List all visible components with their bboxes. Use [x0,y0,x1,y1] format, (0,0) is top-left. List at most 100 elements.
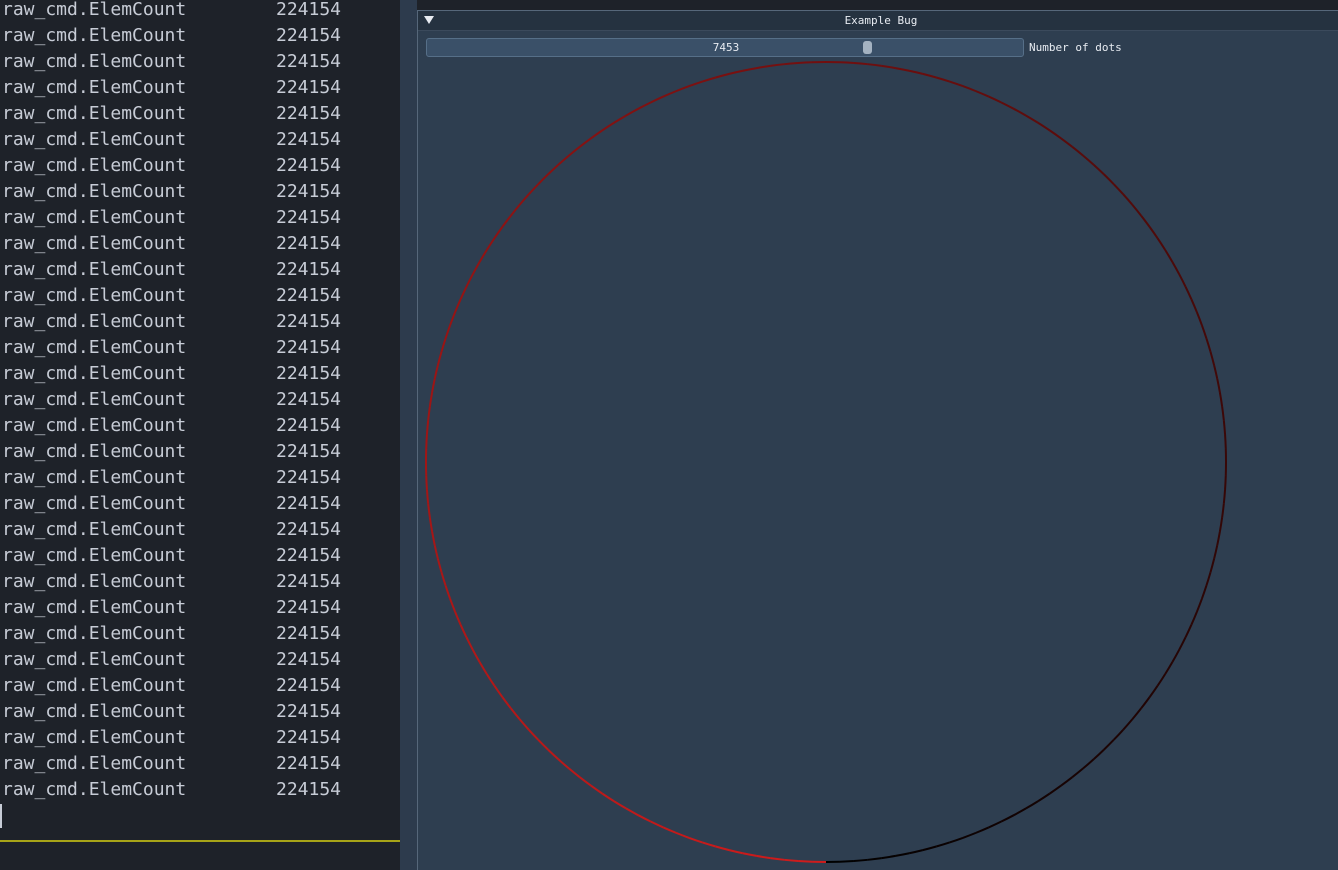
log-value: 224154 [276,493,342,514]
circle-segment [662,90,677,98]
log-line: raw_cmd.ElemCount 224154 [0,621,400,647]
circle-segment [715,845,730,852]
log-key: raw_cmd.ElemCount [2,779,187,800]
app-root: raw_cmd.ElemCount 224154 raw_cmd.ElemCount… [0,0,1338,870]
terminal-log: raw_cmd.ElemCount 224154 raw_cmd.ElemCount… [0,0,400,803]
circle-segment [568,767,581,778]
circle-segment [1222,420,1227,435]
circle-segment [798,61,813,64]
circle-segment [433,544,439,560]
log-line: raw_cmd.ElemCount 224154 [0,179,400,205]
log-key: raw_cmd.ElemCount [2,389,187,410]
log-line: raw_cmd.ElemCount 224154 [0,543,400,569]
circle-segment [425,420,430,435]
circle-segment [590,129,603,140]
circle-segment [1178,636,1187,651]
log-line: raw_cmd.ElemCount 224154 [0,699,400,725]
circle-segment [1209,558,1216,573]
circle-segment [1037,121,1051,132]
log-key: raw_cmd.ElemCount [2,701,187,722]
circle-segment [471,261,481,275]
log-value: 224154 [276,389,342,410]
circle-segment [756,854,771,860]
log-line: raw_cmd.ElemCount 224154 [0,75,400,101]
circle-segment [436,351,443,366]
circle-segment [440,338,447,353]
example-bug-window[interactable]: Example Bug 7453 Number of dots [417,10,1338,870]
circle-segment [1156,237,1167,251]
circle-segment [1156,673,1167,687]
circle-segment [510,204,521,217]
circle-segment [798,860,813,863]
circle-segment [662,826,677,834]
number-of-dots-slider[interactable]: 7453 [426,38,1024,57]
log-line: raw_cmd.ElemCount 224154 [0,231,400,257]
circle-segment [1164,661,1174,675]
log-key: raw_cmd.ElemCount [2,415,187,436]
text-cursor [0,804,2,828]
slider-grab-handle[interactable] [863,41,872,54]
circle-segment [590,784,603,795]
circle-segment [975,90,990,98]
log-value: 224154 [276,0,342,20]
circle-segment [1071,146,1084,157]
log-line: raw_cmd.ElemCount 224154 [0,439,400,465]
log-key: raw_cmd.ElemCount [2,233,187,254]
log-line: raw_cmd.ElemCount 224154 [0,491,400,517]
circle-segment [485,673,496,687]
log-key: raw_cmd.ElemCount [2,675,187,696]
log-key: raw_cmd.ElemCount [2,103,187,124]
terminal-pane[interactable]: raw_cmd.ElemCount 224154 raw_cmd.ElemCount… [0,0,400,870]
circle-segment [613,114,627,124]
circle-segment [518,718,530,731]
circle-segment [493,226,504,239]
log-key: raw_cmd.ElemCount [2,727,187,748]
circle-segment [881,64,896,70]
circle-segment [1000,814,1015,823]
circle-segment [1113,728,1125,741]
log-value: 224154 [276,337,342,358]
circle-segment [425,434,428,449]
circle-segment [425,489,430,504]
log-key: raw_cmd.ElemCount [2,545,187,566]
circle-segment [501,215,512,228]
circle-segment [935,841,950,848]
circle-segment [1171,649,1181,663]
circle-segment [518,193,530,206]
circle-segment [988,820,1002,829]
circle-segment [485,237,496,251]
window-title-bar[interactable]: Example Bug [418,11,1338,31]
circle-segment [922,845,937,852]
circle-segment [449,311,457,326]
circle-segment [459,286,468,300]
circle-segment [688,80,703,88]
circle-segment [471,649,481,663]
circle-segment [784,61,799,66]
circle-segment [770,63,785,67]
circle-segment [1092,163,1105,175]
circle-segment [637,101,652,110]
circle-segment [949,836,964,844]
log-value: 224154 [276,519,342,540]
circle-segment [1122,718,1134,731]
circle-segment [853,858,868,863]
log-value: 224154 [276,103,342,124]
log-key: raw_cmd.ElemCount [2,51,187,72]
circle-segment [1221,406,1225,421]
circle-segment [547,749,560,761]
circle-segment [756,64,771,70]
slider-label: Number of dots [1029,41,1122,54]
circle-segment [1049,784,1062,795]
log-value: 224154 [276,129,342,150]
circle-segment [949,80,964,88]
circle-segment [478,661,488,675]
circle-segment [650,820,664,829]
circle-segment [1122,193,1134,206]
circle-segment [1221,503,1225,518]
log-value: 224154 [276,467,342,488]
circle-segment [1037,792,1051,803]
log-key: raw_cmd.ElemCount [2,363,187,384]
circle-segment [601,121,615,132]
circle-segment [1140,215,1151,228]
circle-segment [1164,249,1174,263]
